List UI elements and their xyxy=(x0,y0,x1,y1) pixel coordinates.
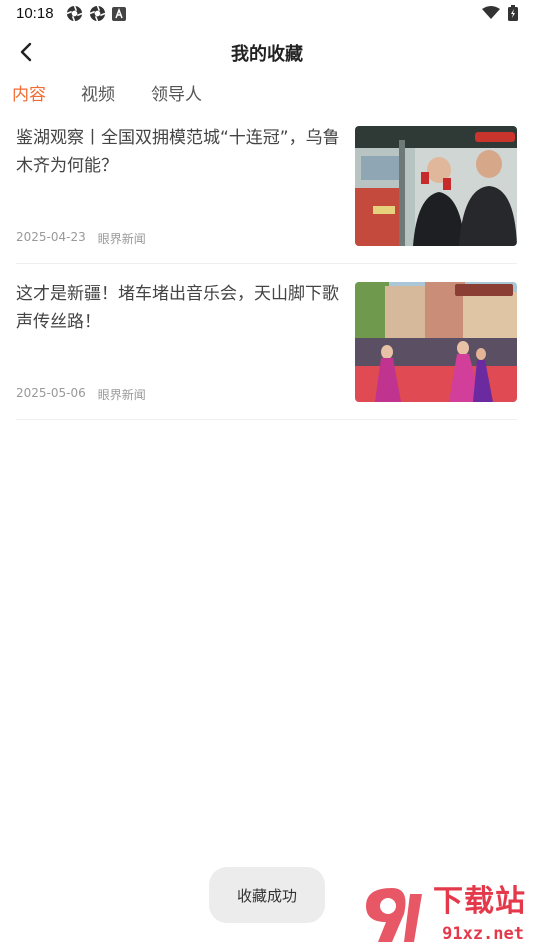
site-watermark: 下载站 91xz.net xyxy=(358,884,528,946)
header: 我的收藏 xyxy=(0,30,534,74)
page-title: 我的收藏 xyxy=(231,44,303,65)
watermark-logo-icon xyxy=(366,888,422,942)
list-item[interactable]: 鉴湖观察丨全国双拥模范城“十连冠”，乌鲁木齐为何能？ 2025-04-23 眼界… xyxy=(16,124,517,264)
app-badge-icon xyxy=(112,6,126,21)
list-item[interactable]: 这才是新疆！堵车堵出音乐会，天山脚下歌声传丝路！ 2025-05-06 眼界新闻 xyxy=(16,280,517,420)
item-meta: 2025-05-06 眼界新闻 xyxy=(16,386,146,403)
item-thumbnail xyxy=(355,126,517,246)
toast-message: 收藏成功 xyxy=(209,867,325,923)
item-source: 眼界新闻 xyxy=(97,388,146,402)
wifi-icon xyxy=(482,6,500,19)
system-icons xyxy=(482,5,518,21)
tab-bar: 内容 视频 领导人 xyxy=(0,80,534,110)
status-bar: 10:18 xyxy=(0,0,534,28)
tab-content[interactable]: 内容 xyxy=(12,80,46,105)
item-meta: 2025-04-23 眼界新闻 xyxy=(16,230,146,247)
aperture-icon xyxy=(66,5,83,22)
watermark-url: 91xz.net xyxy=(442,924,524,944)
notification-icons xyxy=(66,5,126,22)
news-photo-image xyxy=(355,282,517,402)
item-thumbnail xyxy=(355,282,517,402)
battery-icon xyxy=(508,5,518,21)
watermark-text: 下载站 xyxy=(433,884,526,919)
tab-leaders[interactable]: 领导人 xyxy=(151,80,202,105)
item-title: 鉴湖观察丨全国双拥模范城“十连冠”，乌鲁木齐为何能？ xyxy=(16,128,340,176)
status-time: 10:18 xyxy=(16,5,54,22)
item-date: 2025-05-06 xyxy=(16,386,86,400)
favorites-list: 鉴湖观察丨全国双拥模范城“十连冠”，乌鲁木齐为何能？ 2025-04-23 眼界… xyxy=(16,124,517,420)
item-title: 这才是新疆！堵车堵出音乐会，天山脚下歌声传丝路！ xyxy=(16,284,339,332)
tab-video[interactable]: 视频 xyxy=(81,80,115,105)
news-photo-image xyxy=(355,126,517,246)
aperture-icon xyxy=(89,5,106,22)
item-date: 2025-04-23 xyxy=(16,230,86,244)
item-source: 眼界新闻 xyxy=(97,232,146,246)
